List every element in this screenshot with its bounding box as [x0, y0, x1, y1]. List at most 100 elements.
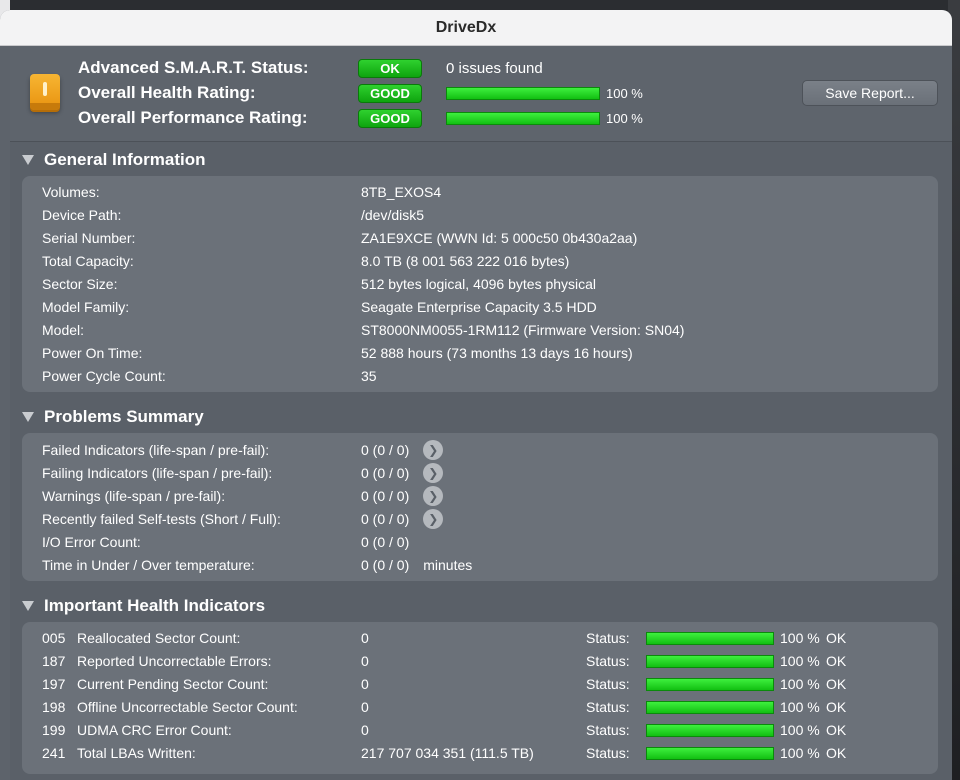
problems-summary-header[interactable]: Problems Summary [22, 407, 204, 427]
problem-row: Time in Under / Over temperature: 0 (0 / … [42, 555, 472, 575]
title-bar[interactable]: DriveDx [0, 10, 952, 46]
info-row: Power Cycle Count: 35 [42, 366, 377, 386]
problem-label: Warnings (life-span / pre-fail): [42, 488, 226, 504]
info-label: Sector Size: [42, 276, 118, 292]
health-rating-percent: 100 % [606, 85, 643, 101]
performance-rating-label: Overall Performance Rating: [78, 108, 308, 127]
health-bar [646, 631, 774, 645]
performance-rating-row: Overall Performance Rating: GOOD 100 % [78, 107, 643, 129]
health-indicators-title: Important Health Indicators [44, 596, 266, 615]
health-indicators-header[interactable]: Important Health Indicators [22, 596, 265, 616]
info-label: Power Cycle Count: [42, 368, 166, 384]
status-label: Status: [586, 745, 630, 761]
attribute-id: 187 [42, 653, 66, 669]
arrow-right-icon[interactable]: ❯ [423, 463, 444, 483]
status-label: Status: [586, 630, 630, 646]
info-value: ST8000NM0055-1RM112 (Firmware Version: S… [361, 322, 685, 338]
smart-status-label: Advanced S.M.A.R.T. Status: [78, 58, 309, 77]
health-state: OK [826, 653, 847, 669]
content-area: Advanced S.M.A.R.T. Status: OK 0 issues … [10, 46, 952, 780]
problem-row: I/O Error Count: 0 (0 / 0) [42, 532, 409, 552]
info-row: Sector Size: 512 bytes logical, 4096 byte… [42, 274, 596, 294]
info-label: Power On Time: [42, 345, 143, 361]
health-bar [646, 677, 774, 691]
info-label: Model: [42, 322, 85, 338]
info-value: 52 888 hours (73 months 13 days 16 hours… [361, 345, 633, 361]
health-bar [646, 700, 774, 714]
health-percent: 100 % [780, 630, 820, 646]
health-rating-bar [446, 86, 600, 100]
problem-row: Failing Indicators (life-span / pre-fail… [42, 463, 444, 483]
health-state: OK [826, 745, 847, 761]
general-info-title: General Information [44, 150, 206, 169]
save-report-button[interactable]: Save Report... [802, 80, 938, 106]
health-rating-row: Overall Health Rating: GOOD 100 % [78, 82, 643, 104]
health-state: OK [826, 722, 847, 738]
info-value: 512 bytes logical, 4096 bytes physical [361, 276, 597, 292]
arrow-right-icon[interactable]: ❯ [423, 509, 444, 529]
disclosure-triangle-icon[interactable] [22, 155, 34, 165]
arrow-right-icon[interactable]: ❯ [423, 440, 444, 460]
problem-label: Failing Indicators (life-span / pre-fail… [42, 465, 273, 481]
info-label: Total Capacity: [42, 253, 134, 269]
attribute-id: 241 [42, 745, 66, 761]
attribute-value: 0 [361, 722, 369, 738]
health-row: 187 Reported Uncorrectable Errors: 0 Sta… [42, 651, 846, 671]
arrow-right-icon[interactable]: ❯ [423, 486, 444, 506]
attribute-label: Reported Uncorrectable Errors: [77, 653, 272, 669]
info-value: Seagate Enterprise Capacity 3.5 HDD [361, 299, 597, 315]
health-bar [646, 723, 774, 737]
health-indicators-panel: 005 Reallocated Sector Count: 0 Status: … [22, 622, 938, 774]
attribute-value: 0 [361, 630, 369, 646]
problems-summary-title: Problems Summary [44, 407, 204, 426]
health-percent: 100 % [780, 722, 820, 738]
status-label: Status: [586, 653, 630, 669]
attribute-id: 005 [42, 630, 66, 646]
general-info-panel: Volumes: 8TB_EXOS4 Device Path: /dev/disk5… [22, 176, 938, 392]
problem-label: I/O Error Count: [42, 534, 141, 550]
drivedx-window: DriveDx Advanced S.M.A.R.T. Status: OK 0… [0, 10, 952, 780]
attribute-label: Offline Uncorrectable Sector Count: [77, 699, 298, 715]
attribute-value: 0 [361, 676, 369, 692]
disclosure-triangle-icon[interactable] [22, 412, 34, 422]
health-state: OK [826, 699, 847, 715]
health-row: 197 Current Pending Sector Count: 0 Stat… [42, 674, 846, 694]
problems-summary-panel: Failed Indicators (life-span / pre-fail)… [22, 433, 938, 581]
disclosure-triangle-icon[interactable] [22, 601, 34, 611]
performance-rating-badge: GOOD [358, 108, 422, 128]
info-row: Device Path: /dev/disk5 [42, 205, 424, 225]
info-label: Model Family: [42, 299, 130, 315]
info-value: 35 [361, 368, 377, 384]
problem-label: Time in Under / Over temperature: [42, 557, 255, 573]
info-row: Total Capacity: 8.0 TB (8 001 563 222 016… [42, 251, 569, 271]
attribute-label: UDMA CRC Error Count: [77, 722, 232, 738]
health-rating-label: Overall Health Rating: [78, 83, 256, 102]
health-row: 241 Total LBAs Written: 217 707 034 351 … [42, 743, 846, 763]
general-info-header[interactable]: General Information [22, 150, 206, 170]
attribute-value: 0 [361, 653, 369, 669]
smart-status-row: Advanced S.M.A.R.T. Status: OK 0 issues … [78, 57, 543, 79]
problem-value: 0 (0 / 0) [361, 511, 410, 527]
attribute-label: Current Pending Sector Count: [77, 676, 269, 692]
info-row: Serial Number: ZA1E9XCE (WWN Id: 5 000c50… [42, 228, 637, 248]
issues-found-text: 0 issues found [446, 59, 543, 77]
info-value: 8.0 TB (8 001 563 222 016 bytes) [361, 253, 570, 269]
info-value: ZA1E9XCE (WWN Id: 5 000c50 0b430a2aa) [361, 230, 638, 246]
attribute-value: 217 707 034 351 (111.5 TB) [361, 745, 534, 761]
problem-row: Recently failed Self-tests (Short / Full… [42, 509, 444, 529]
smart-status-badge: OK [358, 58, 422, 78]
info-value: /dev/disk5 [361, 207, 425, 223]
attribute-id: 197 [42, 676, 66, 692]
info-row: Model Family: Seagate Enterprise Capacity… [42, 297, 597, 317]
attribute-label: Total LBAs Written: [77, 745, 196, 761]
problem-label: Failed Indicators (life-span / pre-fail)… [42, 442, 270, 458]
attribute-label: Reallocated Sector Count: [77, 630, 241, 646]
health-row: 005 Reallocated Sector Count: 0 Status: … [42, 628, 846, 648]
health-percent: 100 % [780, 653, 820, 669]
window-title: DriveDx [435, 18, 497, 36]
problem-value: 0 (0 / 0) [361, 557, 410, 573]
health-state: OK [826, 676, 847, 692]
info-row: Power On Time: 52 888 hours (73 months 13… [42, 343, 633, 363]
external-drive-icon [30, 74, 60, 110]
problem-row: Failed Indicators (life-span / pre-fail)… [42, 440, 444, 460]
